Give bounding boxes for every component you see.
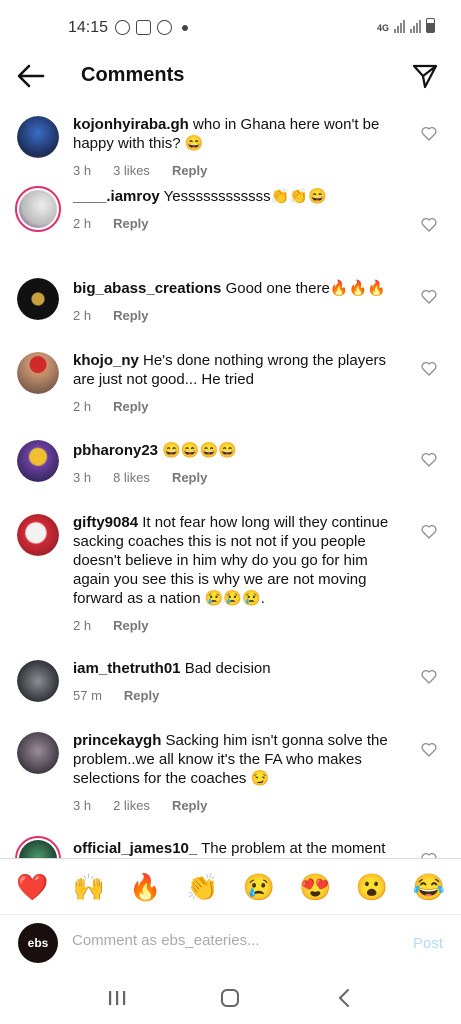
comment-input[interactable] [72, 932, 372, 949]
signal-icon-2 [410, 19, 421, 33]
comment-time: 2 h [73, 618, 92, 633]
emoji-quick-bar: ❤️ 🙌 🔥 👏 😢 😍 😮 😂 [0, 858, 461, 914]
whatsapp-icon [115, 20, 130, 35]
recent-apps-icon [108, 991, 126, 1005]
comment-time: 57 m [73, 688, 102, 703]
avatar[interactable] [17, 116, 59, 158]
comment-username[interactable]: pbharony23 [73, 442, 158, 459]
like-heart-icon[interactable] [421, 452, 437, 468]
comment-username[interactable]: ____.iamroy [73, 188, 160, 205]
like-heart-icon[interactable] [421, 742, 437, 758]
emoji-heart[interactable]: ❤️ [16, 874, 48, 900]
reply-button[interactable]: Reply [172, 468, 207, 487]
avatar[interactable] [15, 186, 61, 232]
comment-time: 3 h [73, 163, 92, 178]
emoji-surprised[interactable]: 😮 [356, 874, 388, 900]
gallery-icon [136, 20, 151, 35]
comment-time: 2 h [73, 216, 92, 231]
avatar[interactable] [17, 352, 59, 394]
avatar[interactable] [15, 836, 61, 858]
comment-text: Good one there🔥🔥🔥 [221, 280, 386, 297]
comment-username[interactable]: iam_thetruth01 [73, 660, 181, 677]
signal-icon [394, 19, 405, 33]
reply-button[interactable]: Reply [113, 397, 148, 416]
comment-text: Bad decision [180, 660, 271, 677]
emoji-fire[interactable]: 🔥 [129, 874, 161, 900]
emoji-clap[interactable]: 👏 [186, 874, 218, 900]
avatar[interactable] [17, 514, 59, 556]
back-chevron-icon [338, 989, 350, 1007]
emoji-laughing[interactable]: 😂 [413, 874, 445, 900]
avatar[interactable] [17, 278, 59, 320]
home-button[interactable] [218, 986, 242, 1010]
like-heart-icon[interactable] [421, 361, 437, 377]
comment-time: 2 h [73, 308, 92, 323]
comment-time: 2 h [73, 399, 92, 414]
more-notifications-icon [182, 24, 188, 31]
emoji-heart-eyes[interactable]: 😍 [299, 874, 331, 900]
reply-button[interactable]: Reply [113, 616, 148, 635]
play-icon [157, 20, 172, 35]
comment-composer: ebs Post [0, 914, 461, 972]
like-heart-icon[interactable] [421, 289, 437, 305]
comment-username[interactable]: princekaygh [73, 732, 161, 749]
comment-username[interactable]: khojo_ny [73, 352, 139, 369]
direct-message-icon[interactable] [411, 62, 439, 90]
back-arrow-icon[interactable] [16, 62, 46, 90]
comment-username[interactable]: official_james10_ [73, 840, 197, 857]
comment-text: 😄😄😄😄 [158, 442, 237, 459]
like-heart-icon[interactable] [421, 126, 437, 142]
status-bar: 14:15 4G [0, 0, 461, 56]
back-button[interactable] [332, 986, 356, 1010]
battery-icon [426, 18, 435, 33]
page-title: Comments [81, 64, 185, 86]
recent-apps-button[interactable] [105, 986, 129, 1010]
avatar[interactable] [17, 732, 59, 774]
status-time: 14:15 [68, 19, 109, 36]
emoji-raised-hands[interactable]: 🙌 [73, 874, 105, 900]
comment-username[interactable]: gifty9084 [73, 514, 138, 531]
reply-button[interactable]: Reply [172, 796, 207, 815]
comment-username[interactable]: kojonhyiraba.gh [73, 116, 189, 133]
system-icons: 4G [377, 18, 435, 33]
emoji-crying[interactable]: 😢 [243, 874, 275, 900]
own-avatar[interactable]: ebs [18, 923, 58, 963]
comment-text: The problem at the moment [197, 840, 386, 857]
reply-button[interactable]: Reply [172, 161, 207, 180]
post-button[interactable]: Post [413, 935, 443, 952]
comment-time: 3 h [73, 798, 92, 813]
reply-button[interactable]: Reply [124, 686, 159, 705]
comment-username[interactable]: big_abass_creations [73, 280, 221, 297]
reply-button[interactable]: Reply [113, 306, 148, 325]
avatar[interactable] [17, 660, 59, 702]
comment-likes[interactable]: 2 likes [113, 796, 150, 815]
like-heart-icon[interactable] [421, 524, 437, 540]
comment-likes[interactable]: 8 likes [113, 468, 150, 487]
comment-likes[interactable]: 3 likes [113, 161, 150, 180]
notification-icons [115, 20, 188, 35]
like-heart-icon[interactable] [421, 217, 437, 233]
reply-button[interactable]: Reply [113, 214, 148, 233]
network-label: 4G [376, 23, 389, 33]
comment-text: Yessssssssssss👏👏😄 [159, 188, 327, 205]
avatar[interactable] [17, 440, 59, 482]
like-heart-icon[interactable] [421, 669, 437, 685]
system-nav-bar [0, 972, 461, 1024]
comment-time: 3 h [73, 470, 92, 485]
comments-list[interactable]: kojonhyiraba.gh who in Ghana here won't … [0, 100, 461, 858]
home-icon [221, 989, 240, 1007]
header: Comments [0, 56, 461, 96]
